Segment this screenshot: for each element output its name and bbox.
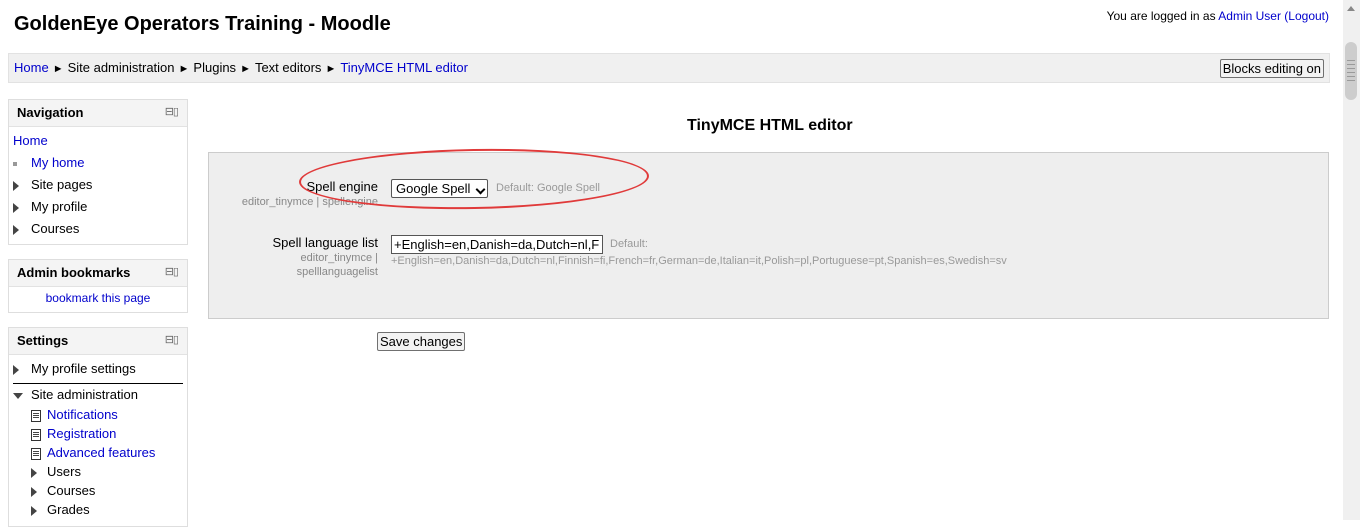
navbar: Home ► Site administration ► Plugins ► Text ed… bbox=[8, 53, 1330, 83]
nav-item-courses[interactable]: Courses bbox=[13, 221, 187, 243]
settings-item-label[interactable]: Site administration bbox=[31, 387, 138, 402]
navigation-block-header: Navigation ⊟▯ bbox=[9, 100, 187, 127]
nav-item-label[interactable]: Site pages bbox=[31, 177, 92, 192]
breadcrumb-home[interactable]: Home bbox=[14, 60, 49, 75]
nav-item-label[interactable]: My home bbox=[31, 155, 84, 170]
login-info: You are logged in as Admin User (Logout) bbox=[1107, 9, 1329, 23]
nav-item-site-pages[interactable]: Site pages bbox=[13, 177, 187, 199]
expand-arrow-icon[interactable] bbox=[31, 486, 37, 497]
breadcrumb-site-administration[interactable]: Site administration bbox=[68, 60, 175, 75]
site-admin-child-label[interactable]: Users bbox=[47, 464, 81, 479]
user-name-link[interactable]: Admin User bbox=[1218, 9, 1281, 23]
breadcrumb: Home ► Site administration ► Plugins ► Text ed… bbox=[14, 60, 468, 75]
spell-language-input[interactable] bbox=[391, 235, 603, 254]
nav-item-label[interactable]: Courses bbox=[31, 221, 79, 236]
settings-item-my-profile[interactable]: My profile settings bbox=[13, 361, 183, 384]
breadcrumb-tinymce[interactable]: TinyMCE HTML editor bbox=[340, 60, 468, 75]
expand-arrow-icon[interactable] bbox=[13, 180, 19, 191]
expand-arrow-icon[interactable] bbox=[13, 202, 19, 213]
site-admin-child-label[interactable]: Courses bbox=[47, 483, 95, 498]
logged-in-text: You are logged in as bbox=[1106, 9, 1219, 23]
site-admin-child[interactable]: Users bbox=[13, 464, 187, 483]
breadcrumb-text-editors[interactable]: Text editors bbox=[255, 60, 321, 75]
navigation-block-title: Navigation bbox=[17, 105, 84, 120]
site-admin-child[interactable]: Registration bbox=[13, 426, 187, 445]
breadcrumb-plugins[interactable]: Plugins bbox=[193, 60, 236, 75]
scrollbar-grip-icon bbox=[1347, 60, 1355, 84]
site-admin-child[interactable]: Grades bbox=[13, 502, 187, 521]
page-heading: TinyMCE HTML editor bbox=[687, 117, 853, 134]
expand-arrow-icon[interactable] bbox=[13, 364, 19, 375]
bullet-icon bbox=[13, 161, 17, 166]
logout-link[interactable]: (Logout) bbox=[1284, 9, 1329, 23]
document-icon bbox=[31, 409, 41, 422]
breadcrumb-separator: ► bbox=[178, 63, 190, 75]
admin-bookmarks-header: Admin bookmarks ⊟▯ bbox=[9, 260, 187, 287]
expand-arrow-icon[interactable] bbox=[31, 505, 37, 516]
expand-arrow-icon[interactable] bbox=[13, 224, 19, 235]
bookmark-page-link[interactable]: bookmark this page bbox=[46, 291, 151, 305]
nav-home-link[interactable]: Home bbox=[13, 133, 48, 148]
spell-language-default-value: +English=en,Danish=da,Dutch=nl,Finnish=f… bbox=[391, 255, 1007, 267]
site-admin-child-label[interactable]: Grades bbox=[47, 502, 90, 517]
scroll-up-icon[interactable] bbox=[1347, 6, 1355, 11]
block-controls-icon[interactable]: ⊟▯ bbox=[165, 333, 179, 346]
nav-item-my-home[interactable]: My home bbox=[13, 155, 187, 177]
block-controls-icon[interactable]: ⊟▯ bbox=[165, 265, 179, 278]
blocks-editing-button[interactable]: Blocks editing on bbox=[1219, 59, 1324, 78]
breadcrumb-separator: ► bbox=[52, 63, 64, 75]
document-icon bbox=[31, 428, 41, 441]
spell-language-default-label: Default: bbox=[610, 238, 648, 250]
site-title: GoldenEye Operators Training - Moodle bbox=[14, 13, 391, 35]
admin-bookmarks-block: Admin bookmarks ⊟▯ bookmark this page bbox=[8, 259, 188, 313]
settings-item-site-administration[interactable]: Site administration bbox=[13, 384, 187, 407]
breadcrumb-separator: ► bbox=[325, 63, 337, 75]
block-controls-icon[interactable]: ⊟▯ bbox=[165, 105, 179, 118]
settings-block-header: Settings ⊟▯ bbox=[9, 328, 187, 355]
spell-language-label: Spell language list bbox=[272, 235, 378, 250]
site-admin-child-label[interactable]: Notifications bbox=[47, 407, 118, 422]
save-changes-button[interactable]: Save changes bbox=[377, 332, 466, 351]
nav-home[interactable]: Home bbox=[13, 133, 187, 155]
nav-item-my-profile[interactable]: My profile bbox=[13, 199, 187, 221]
admin-bookmarks-title: Admin bookmarks bbox=[17, 265, 131, 280]
breadcrumb-separator: ► bbox=[240, 63, 251, 75]
settings-block-title: Settings bbox=[17, 333, 69, 348]
vertical-scrollbar[interactable] bbox=[1343, 0, 1360, 520]
settings-item-label[interactable]: My profile settings bbox=[31, 361, 136, 376]
document-icon bbox=[31, 447, 41, 460]
site-admin-child[interactable]: Courses bbox=[13, 483, 187, 502]
site-admin-child-label[interactable]: Registration bbox=[47, 426, 116, 441]
expand-arrow-icon[interactable] bbox=[31, 467, 37, 478]
spell-language-setting-name-1: editor_tinymce | bbox=[300, 252, 378, 264]
site-admin-child[interactable]: Notifications bbox=[13, 407, 187, 426]
settings-block: Settings ⊟▯ My profile settings Site adm… bbox=[8, 327, 188, 527]
spell-language-setting-name-2: spelllanguagelist bbox=[296, 266, 378, 278]
collapse-arrow-icon[interactable] bbox=[13, 392, 23, 399]
site-admin-child-label[interactable]: Advanced features bbox=[47, 445, 155, 460]
navigation-block: Navigation ⊟▯ Home My home Site pages My… bbox=[8, 99, 188, 245]
site-admin-child[interactable]: Advanced features bbox=[13, 445, 187, 464]
nav-item-label[interactable]: My profile bbox=[31, 199, 87, 214]
